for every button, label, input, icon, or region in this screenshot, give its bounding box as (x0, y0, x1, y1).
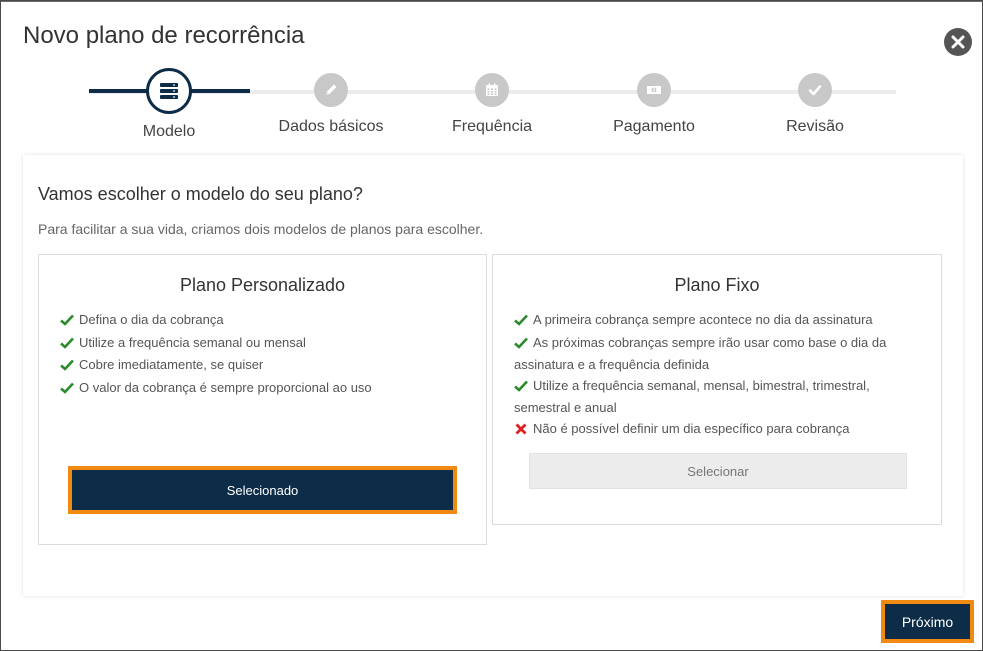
feature-list: A primeira cobrança sempre acontece no d… (493, 310, 941, 441)
list-item: A primeira cobrança sempre acontece no d… (514, 310, 927, 333)
select-plan-button[interactable]: Selecionar (529, 453, 907, 489)
step-label: Modelo (142, 123, 196, 140)
times-circle-icon (951, 35, 965, 49)
list-item: Cobre imediatamente, se quiser (60, 355, 472, 378)
check-icon (60, 335, 74, 356)
content-panel: Vamos escolher o modelo do seu plano? Pa… (23, 155, 963, 596)
list-item: Utilize a frequência semanal ou mensal (60, 333, 472, 356)
list-item: Defina o dia da cobrança (60, 310, 472, 333)
modal-title: Novo plano de recorrência (23, 22, 305, 49)
step-dados-basicos[interactable]: Dados básicos (261, 68, 401, 136)
step-modelo[interactable]: Modelo (99, 68, 239, 141)
step-revisao[interactable]: Revisão (745, 68, 885, 136)
plan-title: Plano Personalizado (179, 275, 346, 295)
wizard-stepper: Modelo Dados básicos Frequência Pagament… (89, 68, 896, 141)
section-heading: Vamos escolher o modelo do seu plano? (38, 184, 363, 204)
selected-plan-button[interactable]: Selecionado (68, 466, 457, 514)
step-frequencia[interactable]: Frequência (422, 68, 562, 136)
pencil-icon (326, 84, 337, 95)
close-button[interactable] (944, 28, 972, 56)
section-subtext: Para facilitar a sua vida, criamos dois … (38, 221, 484, 237)
check-icon (514, 378, 528, 399)
plan-card-fixo: Plano Fixo A primeira cobrança sempre ac… (492, 254, 942, 525)
check-icon (514, 312, 528, 333)
step-label: Pagamento (613, 118, 695, 135)
step-label: Dados básicos (278, 118, 384, 135)
check-icon (60, 312, 74, 333)
list-item: Não é possível definir um dia específico… (514, 419, 927, 442)
money-icon (647, 86, 661, 94)
plan-card-personalizado: Plano Personalizado Defina o dia da cobr… (38, 254, 487, 545)
list-item: O valor da cobrança é sempre proporciona… (60, 378, 472, 401)
plan-title: Plano Fixo (674, 275, 760, 295)
step-pagamento[interactable]: Pagamento (584, 68, 724, 136)
check-icon (60, 357, 74, 378)
calendar-icon (486, 83, 498, 96)
step-label: Frequência (451, 118, 533, 135)
list-item: Utilize a frequência semanal, mensal, bi… (514, 377, 870, 416)
cross-icon (514, 421, 528, 442)
check-icon (60, 380, 74, 401)
recurrence-plan-modal: Novo plano de recorrência Modelo Dados b… (1, 1, 982, 650)
feature-list: Defina o dia da cobrança Utilize a frequ… (39, 310, 486, 400)
list-item: As próximas cobranças sempre irão usar c… (514, 334, 887, 373)
step-label: Revisão (786, 118, 844, 135)
server-icon (160, 83, 178, 99)
check-icon (514, 335, 528, 356)
check-icon (808, 85, 822, 96)
next-button[interactable]: Próximo (881, 600, 974, 643)
